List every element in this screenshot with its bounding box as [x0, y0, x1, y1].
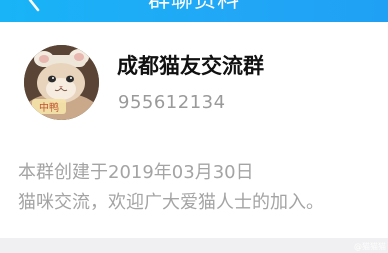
cat-avatar-image: 中鸭: [24, 45, 99, 120]
group-avatar[interactable]: 中鸭: [24, 45, 99, 120]
top-nav-bar: 群聊资料: [0, 0, 388, 22]
group-created-date: 本群创建于2019年03月30日: [18, 162, 254, 183]
page-title: 群聊资料: [147, 0, 240, 13]
section-divider: [0, 238, 388, 253]
group-id: 955612134: [118, 92, 226, 113]
group-name: 成都猫友交流群: [117, 54, 264, 78]
avatar-badge-text: 中鸭: [39, 101, 59, 114]
watermark: @猫猫猫: [354, 242, 386, 251]
group-description: 猫咪交流，欢迎广大爱猫人士的加入。: [18, 192, 324, 213]
